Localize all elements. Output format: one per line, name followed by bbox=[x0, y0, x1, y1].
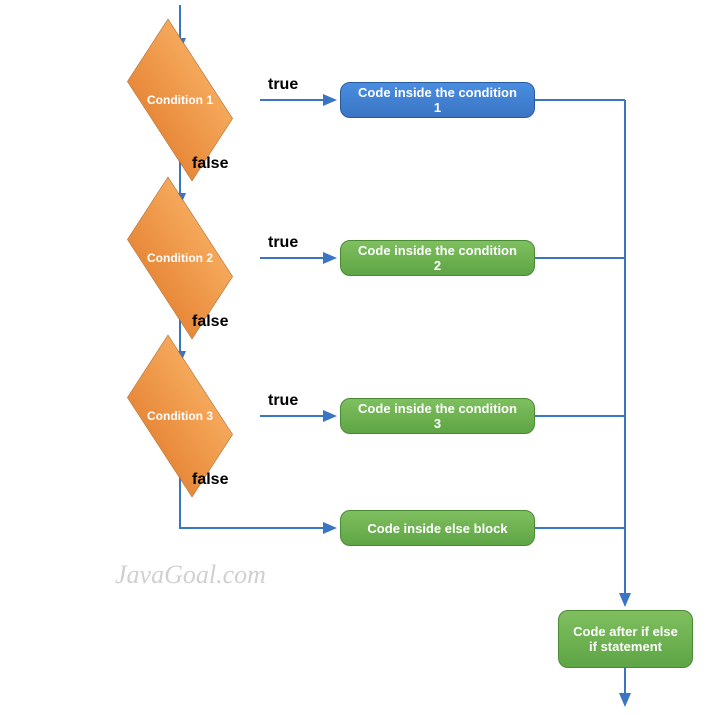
flowchart-canvas: Condition 1 true false Code inside the c… bbox=[0, 0, 723, 715]
code-condition-2-box: Code inside the condition 2 bbox=[340, 240, 535, 276]
false-label-1: false bbox=[192, 155, 228, 173]
true-label-1: true bbox=[268, 76, 298, 94]
condition-1-label: Condition 1 bbox=[147, 93, 213, 107]
condition-3-diamond: Condition 3 bbox=[100, 366, 260, 466]
true-label-2: true bbox=[268, 234, 298, 252]
condition-3-label: Condition 3 bbox=[147, 409, 213, 423]
code-else-box: Code inside else block bbox=[340, 510, 535, 546]
code-condition-3-box: Code inside the condition 3 bbox=[340, 398, 535, 434]
code-after-box: Code after if else if statement bbox=[558, 610, 693, 668]
true-label-3: true bbox=[268, 392, 298, 410]
false-label-3: false bbox=[192, 471, 228, 489]
condition-1-diamond: Condition 1 bbox=[100, 50, 260, 150]
code-after-text: Code after if else if statement bbox=[573, 624, 678, 654]
code-condition-1-text: Code inside the condition 1 bbox=[355, 85, 520, 115]
condition-2-label: Condition 2 bbox=[147, 251, 213, 265]
code-condition-3-text: Code inside the condition 3 bbox=[355, 401, 520, 431]
code-condition-2-text: Code inside the condition 2 bbox=[355, 243, 520, 273]
false-label-2: false bbox=[192, 313, 228, 331]
condition-2-diamond: Condition 2 bbox=[100, 208, 260, 308]
code-else-text: Code inside else block bbox=[367, 521, 507, 536]
code-condition-1-box: Code inside the condition 1 bbox=[340, 82, 535, 118]
watermark-text: JavaGoal.com bbox=[115, 560, 266, 590]
